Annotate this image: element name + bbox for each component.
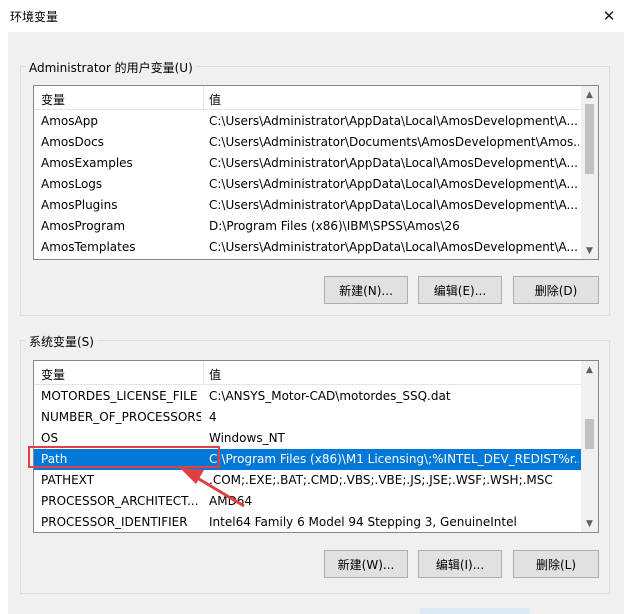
annotation-arrow-icon	[180, 468, 245, 508]
bottom-edge	[420, 608, 530, 614]
